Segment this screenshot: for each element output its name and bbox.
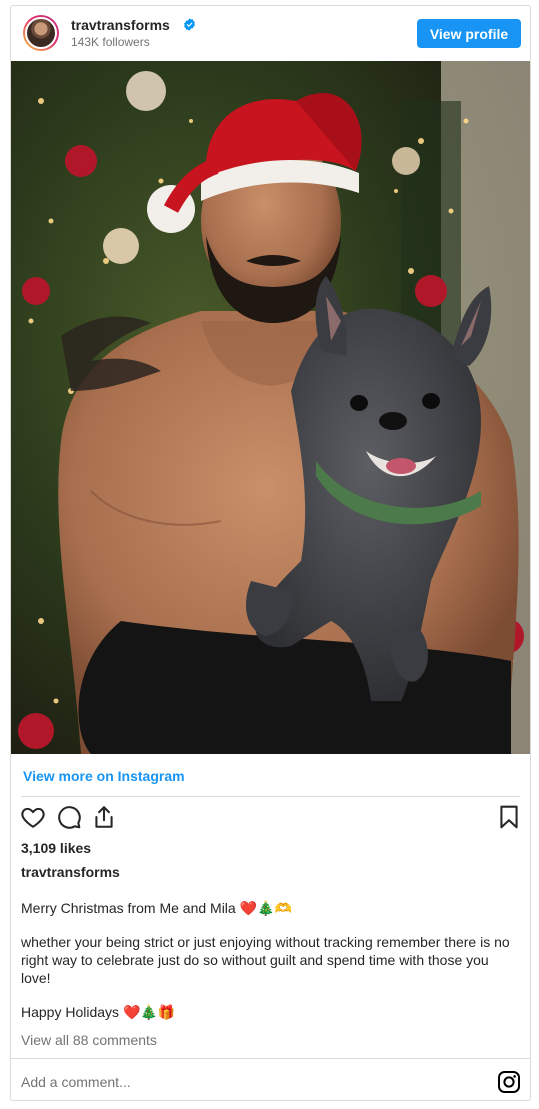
avatar[interactable]	[23, 15, 59, 51]
post-caption: Merry Christmas from Me and Mila ❤️🎄🫶 wh…	[21, 899, 521, 1037]
caption-username[interactable]: travtransforms	[21, 864, 120, 880]
post-action-bar	[11, 804, 530, 834]
photo-illustration	[11, 61, 530, 754]
caption-line: Merry Christmas from Me and Mila ❤️🎄🫶	[21, 900, 292, 916]
follower-count: 143K followers	[71, 35, 150, 49]
caption-line: whether your being strict or just enjoyi…	[21, 934, 510, 986]
post-header: travtransforms 143K followers View profi…	[11, 6, 530, 61]
heart-icon[interactable]	[20, 804, 46, 830]
view-profile-button[interactable]: View profile	[417, 19, 521, 48]
avatar-image	[25, 17, 57, 49]
view-all-comments-link[interactable]: View all 88 comments	[21, 1032, 157, 1048]
share-icon[interactable]	[91, 804, 117, 830]
comment-icon[interactable]	[56, 804, 82, 830]
instagram-embed-card: travtransforms 143K followers View profi…	[10, 5, 531, 1101]
verified-badge-icon	[184, 18, 195, 31]
header-username[interactable]: travtransforms	[71, 17, 170, 33]
instagram-logo-icon[interactable]	[497, 1070, 521, 1094]
bookmark-icon[interactable]	[496, 804, 522, 830]
divider	[21, 796, 520, 797]
caption-line: Happy Holidays ❤️🎄🎁	[21, 1004, 176, 1020]
like-count[interactable]: 3,109 likes	[21, 840, 91, 856]
view-more-on-instagram-link[interactable]: View more on Instagram	[23, 768, 185, 784]
add-comment-input[interactable]	[21, 1072, 481, 1092]
divider	[11, 1058, 530, 1059]
post-photo[interactable]	[11, 61, 530, 754]
